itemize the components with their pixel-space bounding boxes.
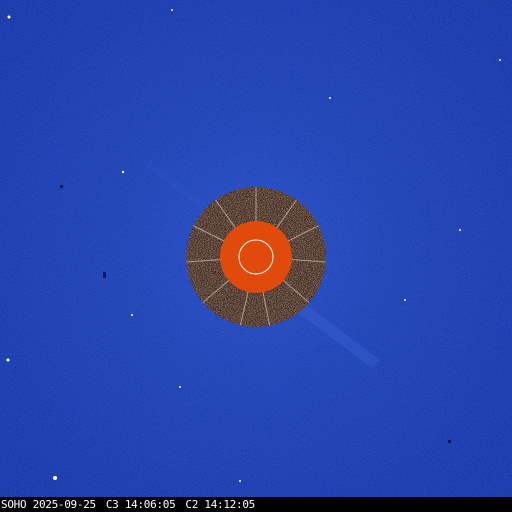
observatory-label: SOHO: [1, 498, 27, 511]
star: [239, 480, 241, 482]
star: [329, 97, 331, 99]
star: [131, 314, 133, 316]
star: [6, 358, 10, 362]
coronagraph-drawing: [0, 0, 512, 497]
occulting-disk: [220, 221, 292, 293]
star: [53, 476, 57, 480]
date-label: 2025-09-25: [32, 498, 97, 511]
star: [404, 299, 406, 301]
image-caption: SOHO 2025-09-25 C3 14:06:05 C2 14:12:05: [1, 498, 255, 511]
coronagraph-image: SOHO 2025-09-25 C3 14:06:05 C2 14:12:05: [0, 0, 512, 512]
star: [171, 9, 173, 11]
c3-time-label: C3 14:06:05: [105, 498, 176, 511]
star: [121, 170, 125, 174]
c2-time-label: C2 14:12:05: [185, 498, 255, 511]
dark-speck: [60, 185, 63, 188]
star: [179, 386, 181, 388]
sky-field: [0, 0, 512, 497]
dark-speck: [448, 440, 451, 443]
star: [459, 229, 461, 231]
dark-speck: [103, 272, 106, 278]
star: [499, 59, 501, 61]
star: [7, 15, 11, 19]
